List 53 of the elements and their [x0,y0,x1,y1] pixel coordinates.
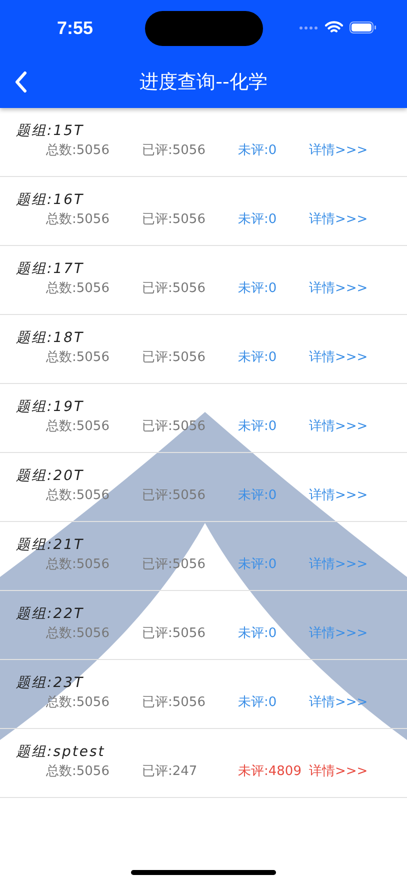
graded-count: 已评:5056 [142,142,206,160]
details-link[interactable]: 详情>>> [309,349,368,367]
group-title: 题组:16T [16,191,84,209]
group-title: 题组:sptest [16,743,106,761]
details-link[interactable]: 详情>>> [309,142,368,160]
pending-count: 未评:0 [238,625,278,643]
graded-count: 已评:5056 [142,487,206,505]
status-time: 7:55 [57,18,94,38]
back-button[interactable] [14,71,28,93]
total-count: 总数:5056 [46,280,110,298]
total-count: 总数:5056 [46,211,110,229]
signal-dots-icon [299,26,319,30]
details-link[interactable]: 详情>>> [309,556,368,574]
pending-count: 未评:0 [238,556,278,574]
total-count: 总数:5056 [46,349,110,367]
graded-count: 已评:5056 [142,694,206,712]
group-title: 题组:15T [16,122,84,140]
details-link[interactable]: 详情>>> [309,487,368,505]
group-title: 题组:17T [16,260,84,278]
group-title: 题组:23T [16,674,84,692]
pending-count: 未评:0 [238,211,278,229]
total-count: 总数:5056 [46,625,110,643]
details-link[interactable]: 详情>>> [309,763,368,781]
graded-count: 已评:247 [142,763,198,781]
pending-count: 未评:4809 [238,763,302,781]
pending-count: 未评:0 [238,280,278,298]
battery-icon [349,21,377,34]
total-count: 总数:5056 [46,142,110,160]
details-link[interactable]: 详情>>> [309,418,368,436]
page-title: 进度查询--化学 [138,70,268,94]
pending-count: 未评:0 [238,349,278,367]
total-count: 总数:5056 [46,694,110,712]
details-link[interactable]: 详情>>> [309,625,368,643]
pending-count: 未评:0 [238,694,278,712]
pending-count: 未评:0 [238,142,278,160]
pending-count: 未评:0 [238,418,278,436]
graded-count: 已评:5056 [142,211,206,229]
wifi-icon [325,21,343,34]
details-link[interactable]: 详情>>> [309,280,368,298]
details-link[interactable]: 详情>>> [309,694,368,712]
total-count: 总数:5056 [46,418,110,436]
total-count: 总数:5056 [46,556,110,574]
group-title: 题组:20T [16,467,84,485]
group-title: 题组:19T [16,398,84,416]
graded-count: 已评:5056 [142,349,206,367]
pending-count: 未评:0 [238,487,278,505]
group-title: 题组:18T [16,329,84,347]
group-title: 题组:21T [16,536,84,554]
total-count: 总数:5056 [46,763,110,781]
graded-count: 已评:5056 [142,625,206,643]
graded-count: 已评:5056 [142,280,206,298]
details-link[interactable]: 详情>>> [309,211,368,229]
group-title: 题组:22T [16,605,84,623]
